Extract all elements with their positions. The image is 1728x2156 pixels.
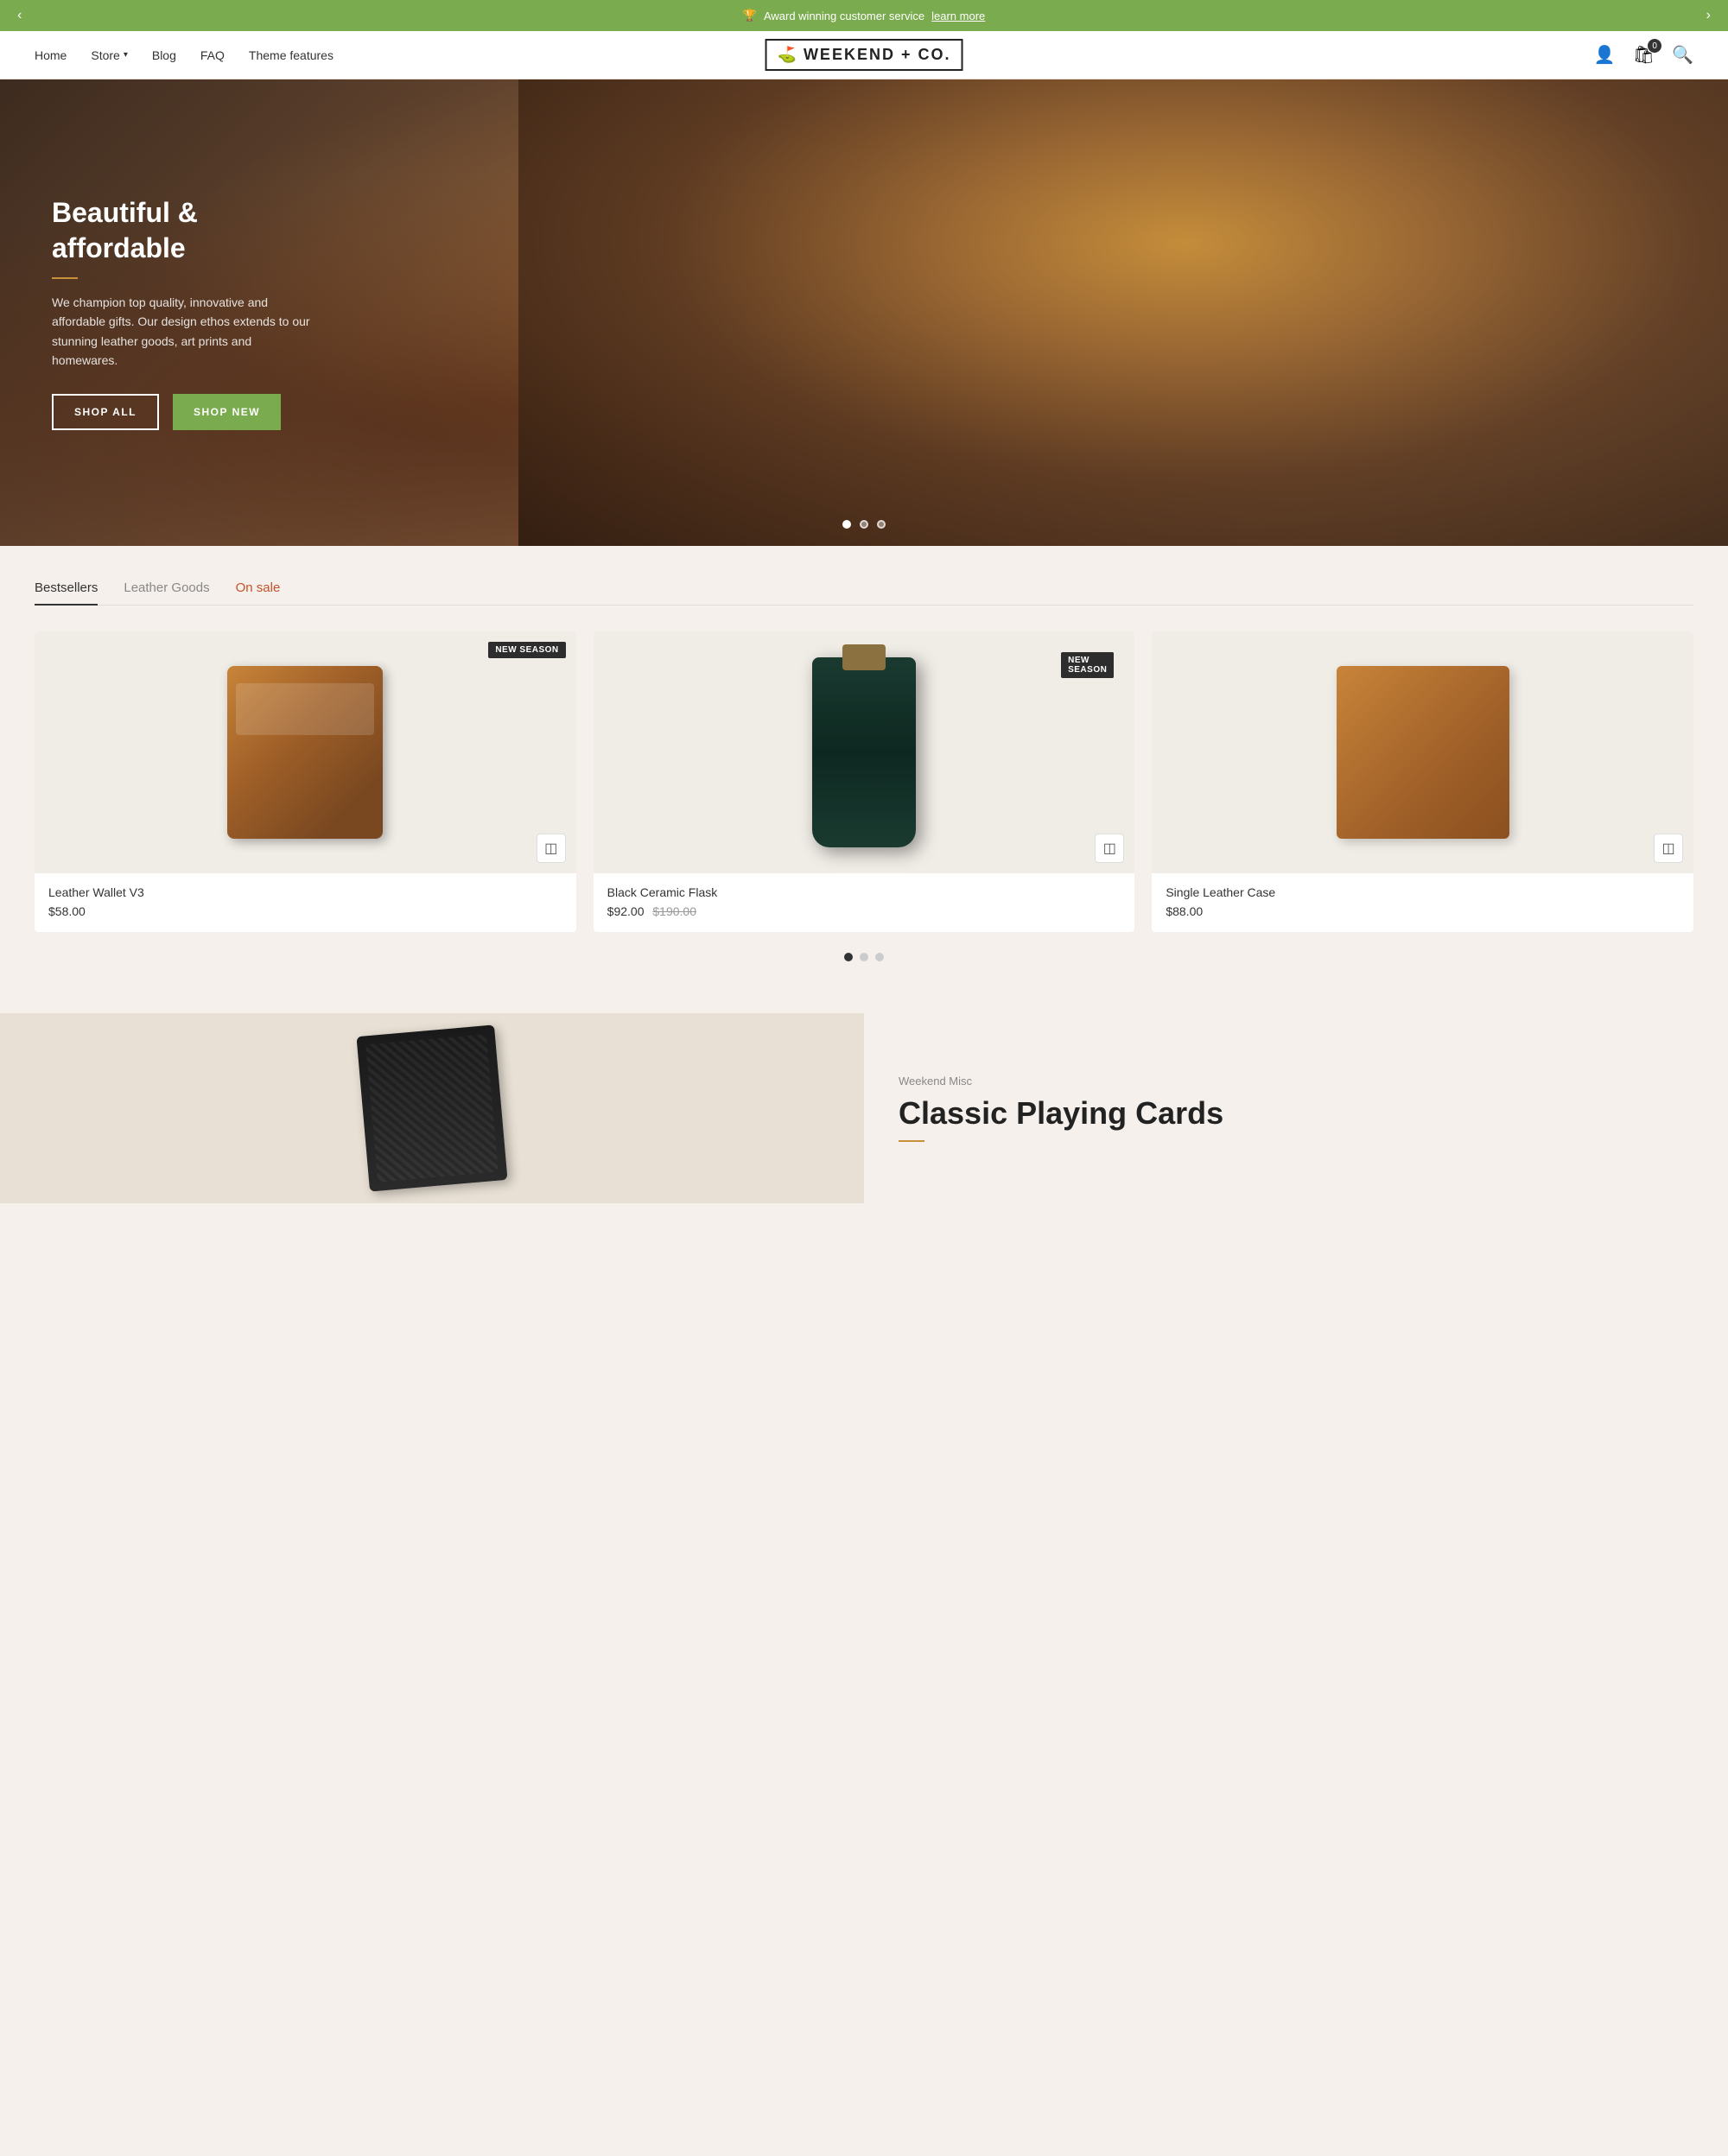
product-price-flask: $92.00 $190.00 xyxy=(607,904,1121,918)
product-carousel-dots xyxy=(35,953,1693,961)
hero-dot-3[interactable] xyxy=(877,520,886,529)
tab-on-sale[interactable]: On sale xyxy=(236,580,281,606)
wallet-visual xyxy=(227,666,383,839)
tab-bestsellers[interactable]: Bestsellers xyxy=(35,580,98,606)
playing-cards-visual xyxy=(356,1024,507,1191)
feature-title: Classic Playing Cards xyxy=(899,1094,1693,1132)
product-card-leather-case: ◫ Single Leather Case $88.00 xyxy=(1152,631,1693,932)
carousel-dot-1[interactable] xyxy=(844,953,853,961)
cart-count: 0 xyxy=(1648,39,1661,53)
logo-text: ⛳ WEEKEND + CO. xyxy=(766,39,963,71)
store-dropdown-icon: ▾ xyxy=(124,50,128,60)
account-button[interactable]: 👤 xyxy=(1594,44,1616,66)
search-button[interactable]: 🔍 xyxy=(1672,44,1693,66)
product-card-flask: SAVE 52% NEW SEASON ◫ Black Ceramic Flas… xyxy=(594,631,1135,932)
header-actions: 👤 🛍 0 🔍 xyxy=(1594,44,1693,66)
shop-new-button[interactable]: SHOP NEW xyxy=(173,394,281,430)
cart-add-icon: ◫ xyxy=(544,840,557,857)
feature-section: Weekend Misc Classic Playing Cards xyxy=(0,1013,1728,1203)
logo-icon: ⛳ xyxy=(778,46,798,64)
leather-case-visual xyxy=(1337,666,1509,839)
tab-leather-goods[interactable]: Leather Goods xyxy=(124,580,209,606)
products-grid: NEW SEASON ◫ Leather Wallet V3 $58.00 SA… xyxy=(35,631,1693,932)
flask-visual xyxy=(812,657,916,847)
nav-faq[interactable]: FAQ xyxy=(200,48,225,62)
nav-blog[interactable]: Blog xyxy=(152,48,176,62)
shop-all-button[interactable]: SHOP ALL xyxy=(52,394,159,430)
hero-dot-1[interactable] xyxy=(842,520,851,529)
announcement-prev[interactable]: ‹ xyxy=(17,8,22,23)
nav-store[interactable]: Store ▾ xyxy=(91,48,128,62)
cart-badge: 🛍 0 xyxy=(1633,44,1655,66)
hero-content: Beautiful & affordable We champion top q… xyxy=(0,161,363,466)
feature-divider xyxy=(899,1140,924,1142)
badge-new-season-wallet: NEW SEASON xyxy=(488,642,565,658)
hero-carousel-dots xyxy=(842,520,886,529)
feature-image-area xyxy=(0,1013,864,1203)
quick-add-flask[interactable]: ◫ xyxy=(1095,834,1124,863)
products-section: Bestsellers Leather Goods On sale NEW SE… xyxy=(0,546,1728,987)
product-image-wallet: NEW SEASON ◫ xyxy=(35,631,576,873)
product-image-flask: SAVE 52% NEW SEASON ◫ xyxy=(594,631,1135,873)
product-name-wallet[interactable]: Leather Wallet V3 xyxy=(48,885,562,899)
product-info-leather-case: Single Leather Case $88.00 xyxy=(1152,873,1693,932)
hero-section: Beautiful & affordable We champion top q… xyxy=(0,79,1728,546)
logo[interactable]: ⛳ WEEKEND + CO. xyxy=(766,39,963,71)
product-name-flask[interactable]: Black Ceramic Flask xyxy=(607,885,1121,899)
hero-visual xyxy=(518,79,1728,546)
nav-home[interactable]: Home xyxy=(35,48,67,62)
announcement-bar: ‹ 🏆 Award winning customer service learn… xyxy=(0,0,1728,31)
cart-add-icon-leather: ◫ xyxy=(1661,840,1674,857)
price-sale-flask: $92.00 xyxy=(607,904,645,918)
hero-divider xyxy=(52,277,78,279)
product-price-wallet: $58.00 xyxy=(48,904,562,918)
announcement-link[interactable]: learn more xyxy=(931,10,985,22)
product-image-leather-case: ◫ xyxy=(1152,631,1693,873)
carousel-dot-2[interactable] xyxy=(860,953,868,961)
header: Home Store ▾ Blog FAQ Theme features ⛳ W… xyxy=(0,31,1728,79)
carousel-dot-3[interactable] xyxy=(875,953,884,961)
quick-add-leather-case[interactable]: ◫ xyxy=(1654,834,1683,863)
announcement-text: Award winning customer service xyxy=(764,10,924,22)
product-card-wallet: NEW SEASON ◫ Leather Wallet V3 $58.00 xyxy=(35,631,576,932)
product-info-wallet: Leather Wallet V3 $58.00 xyxy=(35,873,576,932)
announcement-next[interactable]: › xyxy=(1706,8,1711,23)
feature-brand: Weekend Misc xyxy=(899,1075,1693,1088)
hero-description: We champion top quality, innovative and … xyxy=(52,293,311,371)
announcement-icon: 🏆 xyxy=(743,9,757,22)
hero-buttons: SHOP ALL SHOP NEW xyxy=(52,394,311,430)
product-tabs: Bestsellers Leather Goods On sale xyxy=(35,580,1693,606)
hero-title: Beautiful & affordable xyxy=(52,195,311,267)
main-nav: Home Store ▾ Blog FAQ Theme features xyxy=(35,48,334,62)
product-info-flask: Black Ceramic Flask $92.00 $190.00 xyxy=(594,873,1135,932)
product-price-leather-case: $88.00 xyxy=(1166,904,1680,918)
cart-add-icon-flask: ◫ xyxy=(1103,840,1116,857)
hero-dot-2[interactable] xyxy=(860,520,868,529)
badge-new-flask: NEW SEASON xyxy=(1061,652,1114,678)
price-original-flask: $190.00 xyxy=(652,904,696,918)
nav-theme-features[interactable]: Theme features xyxy=(249,48,334,62)
product-name-leather-case[interactable]: Single Leather Case xyxy=(1166,885,1680,899)
quick-add-wallet[interactable]: ◫ xyxy=(537,834,566,863)
feature-content: Weekend Misc Classic Playing Cards xyxy=(864,1013,1728,1203)
